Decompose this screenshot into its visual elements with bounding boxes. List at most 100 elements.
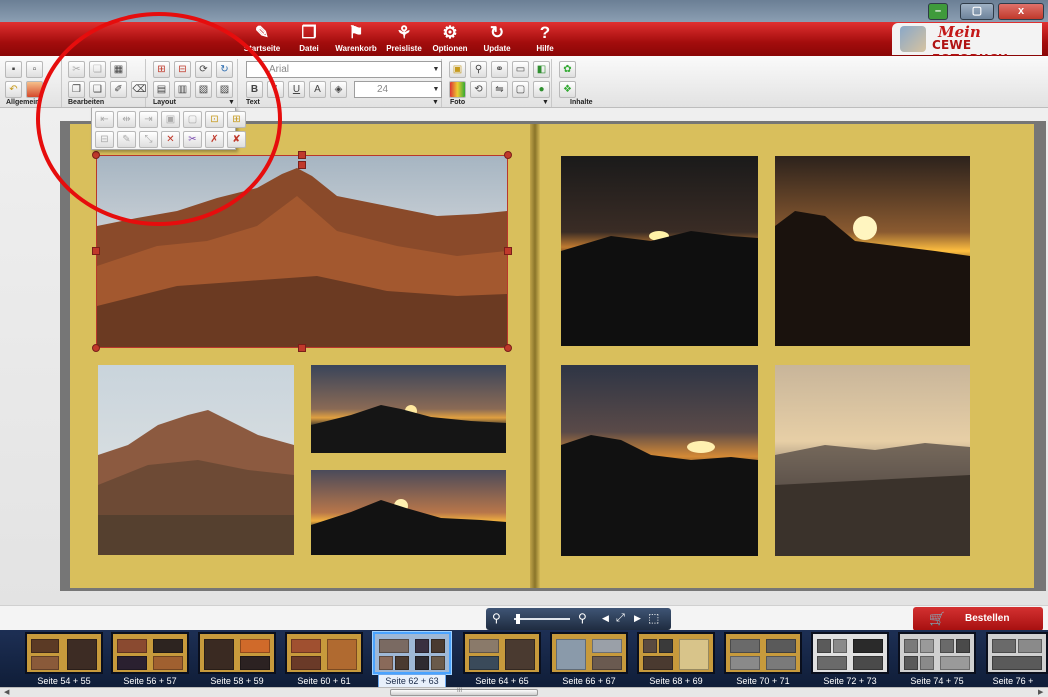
- save-icon[interactable]: ▪: [5, 61, 22, 78]
- thumb-label[interactable]: Seite 70 + 71: [720, 675, 806, 687]
- thumb-label[interactable]: Seite 74 + 75: [894, 675, 980, 687]
- thumb-page-selected[interactable]: [373, 632, 451, 674]
- menu-preisliste[interactable]: ⚘ Preisliste: [382, 22, 426, 56]
- thumb-label[interactable]: Seite 72 + 73: [807, 675, 893, 687]
- thumb-page[interactable]: [811, 632, 889, 674]
- menu-label: Hilfe: [536, 44, 554, 53]
- clipart-icon[interactable]: ✿: [559, 61, 576, 78]
- font-size-select[interactable]: 24 ▼: [354, 81, 442, 98]
- text-dropdown-arrow[interactable]: ▼: [432, 99, 439, 106]
- app-window: – ▢ x ✎ Startseite ❐ Datei ⚑ Warenkorb ⚘…: [0, 0, 1048, 697]
- highlight-icon[interactable]: ◈: [330, 81, 347, 98]
- photo-sunset-2[interactable]: [311, 470, 506, 555]
- logo-person-image: [900, 26, 926, 52]
- auto-icon[interactable]: ◧: [533, 61, 550, 78]
- thumb-page[interactable]: [724, 632, 802, 674]
- zoom-slider-thumb[interactable]: [516, 614, 520, 624]
- menu-update[interactable]: ↻ Update: [479, 22, 515, 56]
- scrollbar-thumb[interactable]: III: [390, 688, 538, 696]
- next-page-icon[interactable]: ▶: [634, 610, 641, 626]
- scroll-right-icon[interactable]: ▶: [1038, 688, 1043, 697]
- thumb-page[interactable]: [285, 632, 363, 674]
- maximize-button[interactable]: ▢: [960, 3, 994, 20]
- thumb-label[interactable]: Seite 58 + 59: [194, 675, 280, 687]
- thumb-page[interactable]: [111, 632, 189, 674]
- photo-sunset-3[interactable]: [561, 156, 758, 346]
- font-color-icon[interactable]: A: [309, 81, 326, 98]
- menu-warenkorb[interactable]: ⚑ Warenkorb: [334, 22, 378, 56]
- minimize-button[interactable]: –: [928, 3, 948, 20]
- thumb-page[interactable]: [986, 632, 1048, 674]
- photo-desert-view[interactable]: [775, 365, 970, 556]
- zoom-slider-track[interactable]: [514, 618, 570, 620]
- foto-dropdown-arrow[interactable]: ▼: [542, 99, 549, 106]
- thumb-page[interactable]: [898, 632, 976, 674]
- prev-page-icon[interactable]: ◀: [602, 610, 609, 626]
- menu-label: Preisliste: [386, 44, 422, 53]
- scroll-left-icon[interactable]: ◀: [4, 688, 9, 697]
- resize-handle-br[interactable]: [504, 344, 512, 352]
- font-name-select[interactable]: Arial ▼: [246, 61, 442, 78]
- filmstrip-scrollbar[interactable]: ◀ III ▶: [0, 687, 1048, 697]
- frame-icon[interactable]: ▢: [512, 81, 529, 98]
- photo-sunset-5[interactable]: [561, 365, 758, 556]
- gears-icon: ⚙: [442, 23, 458, 42]
- resize-handle-bottom[interactable]: [298, 344, 306, 352]
- thumb-page[interactable]: [550, 632, 628, 674]
- redeye-icon[interactable]: ⚭: [491, 61, 508, 78]
- thumb-label[interactable]: Seite 56 + 57: [107, 675, 193, 687]
- chevron-down-icon: ▼: [432, 66, 440, 73]
- crop-icon[interactable]: ▭: [512, 61, 529, 78]
- green-circle-icon[interactable]: ●: [533, 81, 550, 98]
- thumb-page[interactable]: [463, 632, 541, 674]
- resize-handle-tr[interactable]: [504, 151, 512, 159]
- thumb-label-selected[interactable]: Seite 62 + 63: [378, 674, 446, 688]
- thumb-label[interactable]: Seite 66 + 67: [546, 675, 632, 687]
- pricelist-icon: ⚘: [396, 23, 412, 42]
- thumb-label[interactable]: Seite 54 + 55: [21, 675, 107, 687]
- photo-red-rock[interactable]: [98, 365, 294, 555]
- background-icon[interactable]: ❖: [559, 81, 576, 98]
- page-view-icon[interactable]: ⬚: [648, 610, 659, 626]
- photo-effect-icon[interactable]: ▣: [449, 61, 466, 78]
- thumb-page[interactable]: [637, 632, 715, 674]
- thumb-label[interactable]: Seite 64 + 65: [459, 675, 545, 687]
- rotate-handle[interactable]: [298, 161, 306, 169]
- help-icon: ?: [539, 23, 551, 42]
- eyedropper-icon[interactable]: ⚲: [470, 61, 487, 78]
- cewe-logo: Mein CEWE FOTOBUCH: [892, 23, 1042, 66]
- menu-hilfe[interactable]: ? Hilfe: [532, 22, 558, 56]
- order-button[interactable]: 🛒 Bestellen: [913, 607, 1043, 631]
- cart-icon: 🛒: [929, 611, 946, 626]
- zoom-out-icon[interactable]: ⚲: [492, 610, 501, 626]
- menu-label: Update: [483, 44, 511, 53]
- menu-optionen[interactable]: ⚙ Optionen: [430, 22, 470, 56]
- print-icon[interactable]: ▫: [26, 61, 43, 78]
- annotation-circle: [36, 12, 282, 226]
- fit-page-icon[interactable]: ⤢: [616, 610, 625, 626]
- photo-sunset-4[interactable]: [775, 156, 970, 346]
- resize-handle-bl[interactable]: [92, 344, 100, 352]
- thumb-page[interactable]: [25, 632, 103, 674]
- cart-icon: ⚑: [348, 23, 364, 42]
- thumb-label[interactable]: Seite 60 + 61: [281, 675, 367, 687]
- undo-icon[interactable]: ↶: [5, 81, 22, 98]
- thumb-label[interactable]: Seite 76 +: [978, 675, 1048, 687]
- menu-datei[interactable]: ❐ Datei: [292, 22, 326, 56]
- menu-label: Datei: [299, 44, 319, 53]
- resize-handle-top[interactable]: [298, 151, 306, 159]
- group-label: Allgemein: [6, 99, 40, 106]
- toolbar-group-inhalte: ✿ ❖ Inhalte: [556, 59, 593, 107]
- zoom-in-icon[interactable]: ⚲: [578, 610, 587, 626]
- thumb-page[interactable]: [198, 632, 276, 674]
- group-label: Inhalte: [570, 99, 593, 106]
- underline-icon[interactable]: U: [288, 81, 305, 98]
- close-button[interactable]: x: [998, 3, 1044, 20]
- resize-handle-left[interactable]: [92, 247, 100, 255]
- photo-sunset-1[interactable]: [311, 365, 506, 453]
- mirror-icon[interactable]: ⇋: [491, 81, 508, 98]
- resize-handle-right[interactable]: [504, 247, 512, 255]
- rotate-photo-icon[interactable]: ⟲: [470, 81, 487, 98]
- color-bars-icon[interactable]: [449, 81, 466, 98]
- thumb-label[interactable]: Seite 68 + 69: [633, 675, 719, 687]
